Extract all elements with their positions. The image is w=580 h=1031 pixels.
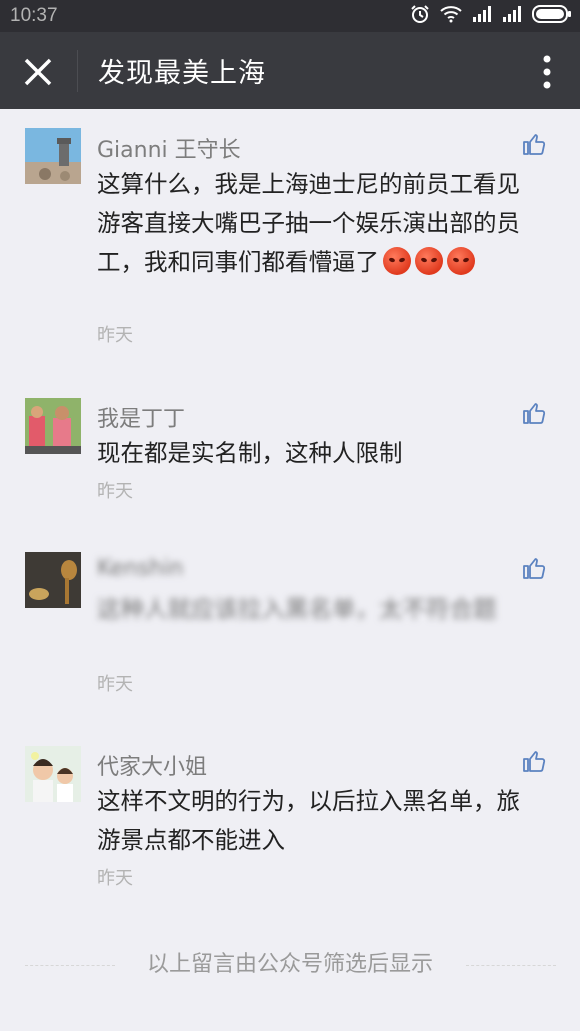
thumbs-up-icon [523,558,546,579]
battery-icon [532,4,572,28]
status-icons [410,4,572,28]
angry-emoji-icon [447,247,475,275]
more-button[interactable] [542,54,552,90]
avatar[interactable] [25,398,81,454]
page-title: 发现最美上海 [98,58,266,89]
status-bar: 10:37 [0,0,580,32]
thumbs-up-icon [523,134,546,155]
title-bar: 发现最美上海 [0,32,580,109]
comment-text: 现在都是实名制，这种人限制 [97,439,403,467]
close-button[interactable] [18,52,58,92]
comment-text: 这样不文明的行为，以后拉入黑名单，旅游景点都不能进入 [97,787,520,854]
comment-author: Kenshin [97,556,184,581]
comment-time: 昨天 [97,481,133,502]
title-divider [77,50,78,92]
alarm-icon [410,4,430,29]
angry-emoji-icon [415,247,443,275]
close-icon [24,58,52,86]
signal-icon [502,5,522,27]
divider [466,965,556,966]
comment-time: 昨天 [97,868,133,889]
like-button[interactable] [522,132,546,156]
comment-author: Gianni 王守长 [97,138,241,163]
signal-icon [472,5,492,27]
like-button[interactable] [522,401,546,425]
comment-text: 这算什么，我是上海迪士尼的前员工看见游客直接大嘴巴子抽一个娱乐演出部的员工，我和… [97,165,542,282]
like-button[interactable] [522,749,546,773]
more-vertical-icon [543,55,551,89]
wifi-icon [440,5,462,28]
status-time: 10:37 [10,5,58,26]
avatar[interactable] [25,746,81,802]
avatar[interactable] [25,552,81,608]
thumbs-up-icon [523,403,546,424]
angry-emoji-icon [383,247,411,275]
comment-text: 这种人就应该拉入黑名单，太不符合题 [97,595,497,623]
comments-footer: 以上留言由公众号筛选后显示 [0,946,580,980]
avatar[interactable] [25,128,81,184]
comment-author: 代家大小姐 [97,755,208,780]
footer-note: 以上留言由公众号筛选后显示 [146,952,433,977]
comment-time: 昨天 [97,325,133,346]
comment-time: 昨天 [97,674,133,695]
thumbs-up-icon [523,751,546,772]
like-button[interactable] [522,556,546,580]
comment-author: 我是丁丁 [97,407,186,432]
